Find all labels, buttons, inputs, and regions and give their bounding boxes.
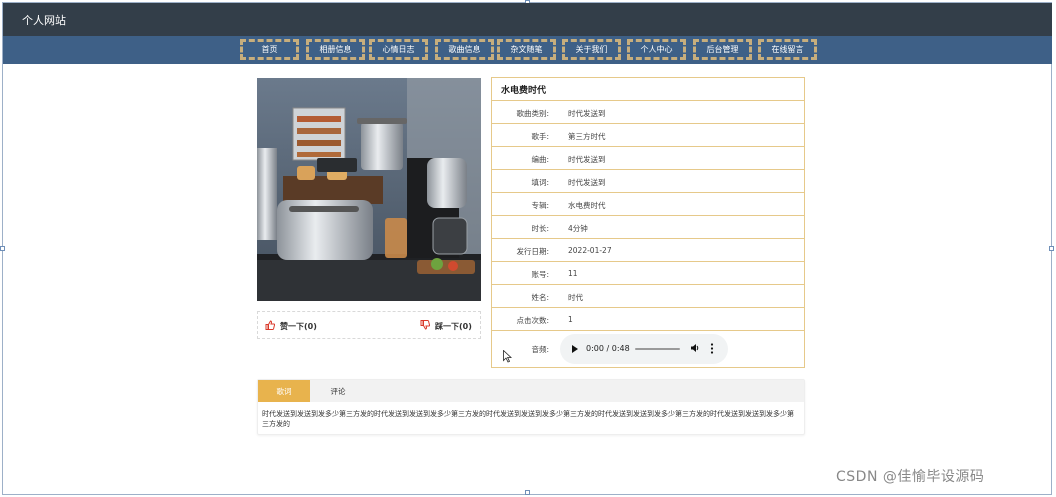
like-button[interactable]: 赞一下(0) — [265, 320, 317, 332]
nav-item-profile[interactable]: 个人中心 — [627, 39, 686, 60]
resize-handle[interactable] — [0, 246, 5, 251]
field-value: 第三方时代 — [568, 132, 606, 141]
more-options-icon[interactable] — [710, 343, 714, 356]
nav-item-essays[interactable]: 杂文随笔 — [497, 39, 556, 60]
song-title: 水电费时代 — [492, 78, 804, 101]
info-row-lyricist: 填词: 时代发送到 — [492, 170, 804, 193]
nav-item-home[interactable]: 首页 — [240, 39, 299, 60]
dislike-label: 踩一下(0) — [435, 321, 472, 331]
tab-comments[interactable]: 评论 — [312, 380, 364, 402]
field-value: 2022-01-27 — [568, 246, 612, 255]
info-row-duration: 时长: 4分钟 — [492, 216, 804, 239]
lyrics-text: 时代发送到发送到发多少第三方发的时代发送到发送到发多少第三方发的时代发送到发送到… — [262, 410, 794, 428]
main-nav: 首页 相册信息 心情日志 歌曲信息 杂文随笔 关于我们 个人中心 后台管理 在线… — [3, 36, 1052, 64]
field-value: 时代发送到 — [568, 178, 606, 187]
vote-bar: 赞一下(0) 踩一下(0) — [257, 311, 481, 339]
detail-tabs: 歌词 评论 时代发送到发送到发多少第三方发的时代发送到发送到发多少第三方发的时代… — [257, 379, 805, 435]
nav-item-about[interactable]: 关于我们 — [562, 39, 621, 60]
thumbs-up-icon — [265, 320, 276, 332]
field-value: 时代发送到 — [568, 155, 606, 164]
info-row-album: 专辑: 水电费时代 — [492, 193, 804, 216]
field-label: 时长: — [531, 224, 549, 233]
thumbs-down-icon — [420, 320, 431, 332]
info-row-release-date: 发行日期: 2022-01-27 — [492, 239, 804, 262]
field-label: 账号: — [531, 270, 549, 279]
nav-item-albums[interactable]: 相册信息 — [306, 39, 365, 60]
site-title: 个人网站 — [22, 14, 66, 27]
field-value: 时代 — [568, 293, 583, 302]
field-label: 歌手: — [531, 132, 549, 141]
info-row-audio: 音频: 0:00 / 0:48 — [492, 331, 804, 366]
field-label: 歌曲类别: — [516, 109, 549, 118]
dislike-button[interactable]: 踩一下(0) — [420, 320, 472, 332]
play-icon[interactable] — [571, 344, 579, 356]
info-row-singer: 歌手: 第三方时代 — [492, 124, 804, 147]
like-label: 赞一下(0) — [280, 321, 317, 331]
field-label: 发行日期: — [516, 247, 549, 256]
volume-icon[interactable] — [690, 343, 700, 355]
nav-item-mood-log[interactable]: 心情日志 — [369, 39, 428, 60]
field-label: 音频: — [531, 345, 549, 354]
field-label: 专辑: — [531, 201, 549, 210]
audio-player[interactable]: 0:00 / 0:48 — [560, 334, 728, 364]
info-row-arranger: 编曲: 时代发送到 — [492, 147, 804, 170]
tab-lyrics[interactable]: 歌词 — [258, 380, 310, 402]
field-value: 1 — [568, 315, 573, 324]
mouse-cursor-icon — [503, 348, 513, 367]
info-row-clicks: 点击次数: 1 — [492, 308, 804, 331]
field-value: 水电费时代 — [568, 201, 606, 210]
info-row-account: 账号: 11 — [492, 262, 804, 285]
nav-item-admin[interactable]: 后台管理 — [693, 39, 752, 60]
field-label: 编曲: — [531, 155, 549, 164]
field-label: 姓名: — [531, 293, 549, 302]
top-bar: 个人网站 — [3, 3, 1052, 36]
nav-item-songs[interactable]: 歌曲信息 — [435, 39, 494, 60]
resize-handle[interactable] — [1049, 246, 1054, 251]
field-value: 11 — [568, 269, 578, 278]
song-cover-image — [257, 78, 481, 301]
field-value: 时代发送到 — [568, 109, 606, 118]
field-value: 4分钟 — [568, 224, 588, 233]
field-label: 点击次数: — [516, 316, 549, 325]
info-row-category: 歌曲类别: 时代发送到 — [492, 101, 804, 124]
tab-header: 歌词 评论 — [258, 380, 804, 402]
watermark: CSDN @佳愉毕设源码 — [836, 469, 985, 485]
resize-handle[interactable] — [525, 490, 530, 495]
audio-progress-track[interactable] — [635, 348, 680, 350]
audio-time: 0:00 / 0:48 — [586, 344, 630, 353]
info-row-name: 姓名: 时代 — [492, 285, 804, 308]
nav-item-messages[interactable]: 在线留言 — [758, 39, 817, 60]
song-info-panel: 水电费时代 歌曲类别: 时代发送到 歌手: 第三方时代 编曲: 时代发送到 填词: 时代… — [491, 77, 805, 368]
field-label: 填词: — [531, 178, 549, 187]
